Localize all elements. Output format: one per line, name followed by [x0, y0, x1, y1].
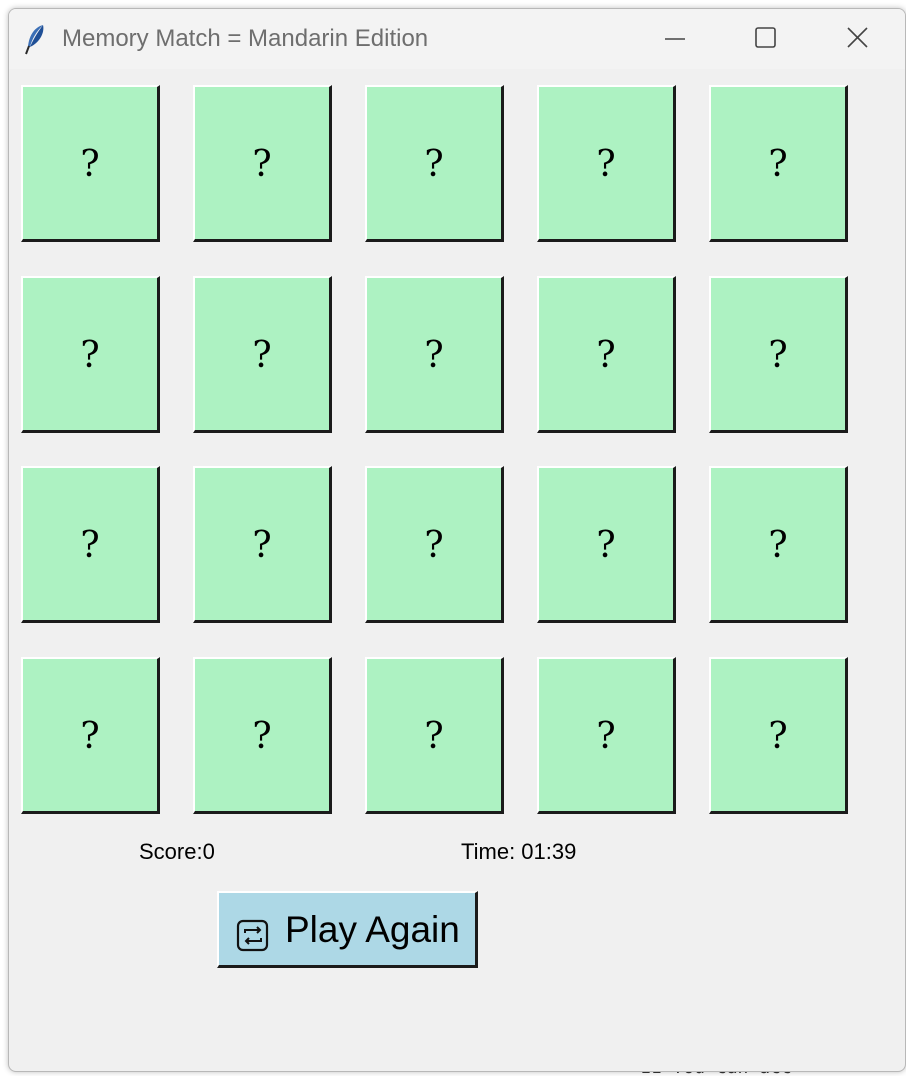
memory-card[interactable]: ? — [365, 276, 504, 433]
card-face-label: ? — [252, 334, 272, 376]
card-face-label: ? — [80, 715, 100, 757]
close-icon[interactable] — [837, 19, 877, 59]
memory-card[interactable]: ? — [193, 85, 332, 242]
repeat-icon — [236, 919, 269, 952]
score-label: Score:0 — [139, 839, 215, 864]
memory-card[interactable]: ? — [193, 657, 332, 814]
card-face-label: ? — [596, 715, 616, 757]
memory-card[interactable]: ? — [365, 85, 504, 242]
minimize-icon[interactable] — [655, 19, 695, 59]
memory-card[interactable]: ? — [709, 657, 848, 814]
card-face-label: ? — [424, 143, 444, 185]
card-face-label: ? — [424, 334, 444, 376]
feather-icon — [25, 25, 44, 55]
card-face-label: ? — [80, 143, 100, 185]
memory-card[interactable]: ? — [365, 466, 504, 623]
memory-card[interactable]: ? — [537, 276, 676, 433]
title-bar[interactable]: Memory Match = Mandarin Edition — [9, 9, 905, 69]
card-face-label: ? — [768, 334, 788, 376]
memory-card[interactable]: ? — [193, 276, 332, 433]
card-face-label: ? — [252, 715, 272, 757]
memory-card[interactable]: ? — [709, 85, 848, 242]
memory-card[interactable]: ? — [537, 657, 676, 814]
memory-card[interactable]: ? — [537, 466, 676, 623]
maximize-icon[interactable] — [745, 19, 785, 59]
memory-card[interactable]: ? — [709, 276, 848, 433]
card-face-label: ? — [596, 334, 616, 376]
card-face-label: ? — [596, 524, 616, 566]
memory-card[interactable]: ? — [537, 85, 676, 242]
card-face-label: ? — [252, 143, 272, 185]
memory-card[interactable]: ? — [709, 466, 848, 623]
card-face-label: ? — [768, 524, 788, 566]
memory-card[interactable]: ? — [365, 657, 504, 814]
card-grid: ???????????????????? — [21, 85, 861, 815]
card-face-label: ? — [768, 143, 788, 185]
memory-card[interactable]: ? — [21, 657, 160, 814]
window-title: Memory Match = Mandarin Edition — [62, 25, 429, 52]
card-face-label: ? — [80, 334, 100, 376]
card-face-label: ? — [424, 715, 444, 757]
time-label: Time: 01:39 — [461, 839, 577, 864]
card-face-label: ? — [252, 524, 272, 566]
memory-card[interactable]: ? — [193, 466, 332, 623]
card-face-label: ? — [80, 524, 100, 566]
memory-card[interactable]: ? — [21, 276, 160, 433]
card-face-label: ? — [768, 715, 788, 757]
play-again-button[interactable]: Play Again — [217, 891, 478, 968]
memory-card[interactable]: ? — [21, 85, 160, 242]
memory-card[interactable]: ? — [21, 466, 160, 623]
card-face-label: ? — [596, 143, 616, 185]
play-again-label: Play Again — [285, 909, 460, 950]
app-window: Memory Match = Mandarin Edition ????????… — [8, 8, 906, 1072]
card-face-label: ? — [424, 524, 444, 566]
